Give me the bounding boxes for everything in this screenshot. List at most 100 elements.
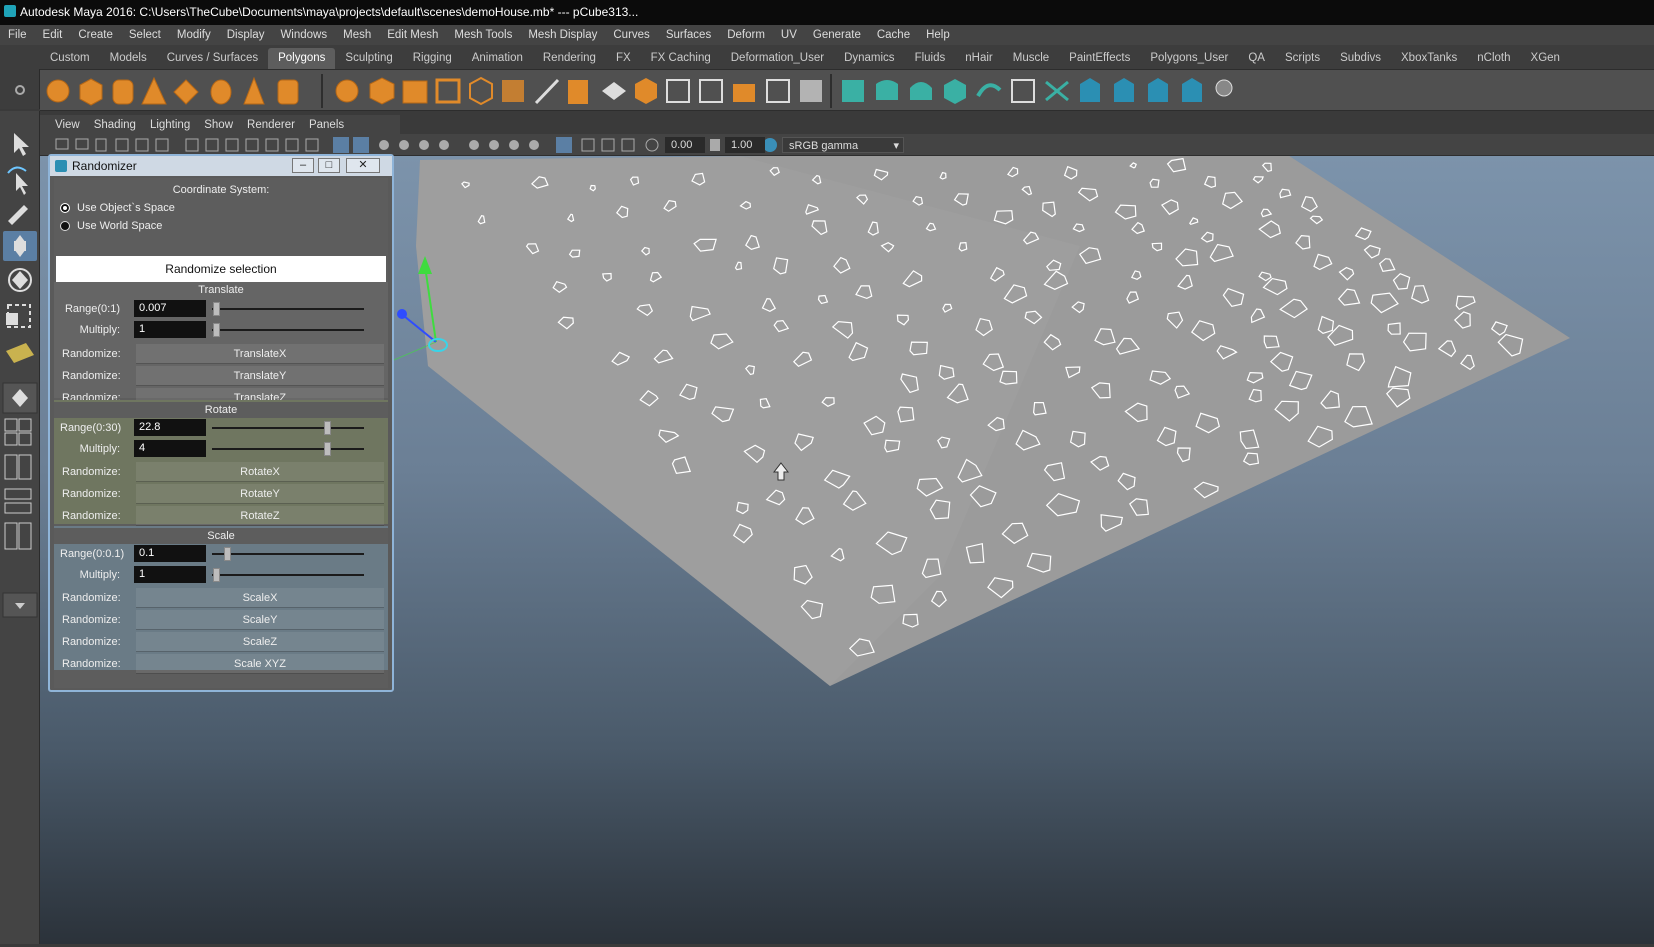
world-space-option[interactable]: Use World Space [60,218,162,234]
poly-pipe-icon[interactable] [277,79,299,105]
xgen-icon-2[interactable] [1114,78,1134,102]
translate-multiply-slider[interactable] [212,329,364,331]
randomize-scale-xyz-button[interactable]: Scale XYZ [136,654,384,674]
rotate-multiply-slider-handle[interactable] [324,442,332,456]
safe-title-icon[interactable] [305,138,319,152]
scale-multiply-field[interactable]: 1 [134,566,206,583]
color-space-dropdown[interactable]: sRGB gamma ▾ [782,137,904,153]
poly-cube-icon[interactable] [79,78,103,106]
menu-generate[interactable]: Generate [805,29,869,41]
shelf-tab-xboxtanks[interactable]: XboxTanks [1391,48,1467,69]
scale-range-slider-handle[interactable] [223,547,231,561]
panel-menu-show[interactable]: Show [197,119,240,131]
xgen-icon-4[interactable] [1182,78,1202,102]
connect-icon[interactable] [602,82,626,100]
layout-four-icon[interactable] [4,418,18,432]
gate-mask-icon[interactable] [245,138,259,152]
menu-select[interactable]: Select [121,29,169,41]
randomize-scalez-button[interactable]: ScaleZ [136,632,384,652]
menu-deform[interactable]: Deform [719,29,773,41]
menu-surfaces[interactable]: Surfaces [658,29,719,41]
color-management-icon[interactable] [763,138,777,152]
menu-cache[interactable]: Cache [869,29,918,41]
reduce-icon[interactable] [800,80,822,102]
dialog-title-bar[interactable]: Randomizer – □ ✕ [50,156,392,176]
separate-icon[interactable] [369,77,395,105]
multi-cut-icon[interactable] [534,78,560,105]
grid-toggle-icon[interactable] [185,138,199,152]
field-chart-icon[interactable] [265,138,279,152]
xgen-icon-1[interactable] [1080,78,1100,102]
shelf-tab-rendering[interactable]: Rendering [533,48,606,69]
exposure-field[interactable]: 0.00 [665,137,705,153]
xray-components-icon[interactable] [621,138,635,152]
menu-modify[interactable]: Modify [169,29,219,41]
maximize-button[interactable]: □ [318,158,340,173]
extrude-icon[interactable] [635,78,657,104]
safe-action-icon[interactable] [285,138,299,152]
gamma-icon[interactable] [710,139,720,151]
shelf-tab-qa[interactable]: QA [1238,48,1275,69]
shelf-tab-rigging[interactable]: Rigging [403,48,462,69]
translate-range-slider[interactable] [212,308,364,310]
randomize-selection-button[interactable]: Randomize selection [56,256,386,282]
2d-pan-icon[interactable] [135,138,149,152]
shelf-settings-gear-icon[interactable] [15,85,25,95]
shelf-tab-polygons-user[interactable]: Polygons_User [1140,48,1238,69]
move-manipulator-z-arrow[interactable] [397,309,407,319]
fill-hole-icon[interactable] [766,79,790,103]
shelf-tab-polygons[interactable]: Polygons [268,48,336,69]
shelf-tab-sculpting[interactable]: Sculpting [335,48,402,69]
ambient-occlusion-icon[interactable] [469,140,479,150]
rotate-range-field[interactable]: 22.8 [134,419,206,436]
shelf-tab-deformation-user[interactable]: Deformation_User [721,48,834,69]
world-space-radio[interactable] [60,221,70,231]
xray-icon[interactable] [581,138,595,152]
bridge-icon[interactable] [502,80,524,102]
camera-select-icon[interactable] [55,138,69,150]
panel-menu-lighting[interactable]: Lighting [143,119,197,131]
shelf-tab-fx-caching[interactable]: FX Caching [641,48,721,69]
python-script-icon[interactable] [1215,79,1233,97]
offset-edge-loop-icon[interactable] [699,79,723,103]
smooth-shade-icon[interactable] [353,137,369,153]
target-weld-icon[interactable] [568,80,588,104]
shelf-tab-fx[interactable]: FX [606,48,641,69]
uv-automatic-icon[interactable] [944,79,966,104]
image-plane-icon[interactable] [115,138,129,152]
uv-spherical-icon[interactable] [910,82,932,100]
scale-multiply-slider-handle[interactable] [213,568,221,582]
uv-planar-icon[interactable] [842,80,864,102]
poly-cone-icon[interactable] [141,76,167,105]
combine-icon[interactable] [335,79,359,103]
shelf-tab-muscle[interactable]: Muscle [1003,48,1059,69]
scale-range-slider[interactable] [212,553,364,555]
menu-mesh-display[interactable]: Mesh Display [520,29,605,41]
shelf-tab-fluids[interactable]: Fluids [905,48,956,69]
shelf-tab-scripts[interactable]: Scripts [1275,48,1330,69]
shadows-icon[interactable] [439,140,449,150]
panel-menu-panels[interactable]: Panels [302,119,351,131]
shelf-tab-subdivs[interactable]: Subdivs [1330,48,1391,69]
poly-torus-icon[interactable] [210,79,232,105]
menu-edit[interactable]: Edit [35,29,71,41]
wireframe-on-shaded-icon[interactable] [379,140,389,150]
shelf-tab-curves-surfaces[interactable]: Curves / Surfaces [157,48,268,69]
menu-mesh-tools[interactable]: Mesh Tools [446,29,520,41]
exposure-icon[interactable] [645,138,659,152]
rotate-multiply-field[interactable]: 4 [134,440,206,457]
bookmark-icon[interactable] [95,138,107,152]
minimize-button[interactable]: – [292,158,314,173]
poly-plane-icon[interactable] [173,79,199,105]
select-tool-icon[interactable] [14,133,29,156]
layout-outliner-icon[interactable] [4,454,18,480]
randomize-rotatez-button[interactable]: RotateZ [136,506,384,526]
rotate-range-slider-handle[interactable] [324,421,332,435]
motion-blur-icon[interactable] [489,140,499,150]
poly-sphere-icon[interactable] [46,79,70,103]
rotate-multiply-slider[interactable] [212,448,364,450]
last-tool-icon[interactable] [6,343,34,363]
smooth-icon[interactable] [435,78,461,104]
paint-select-icon[interactable] [8,205,28,225]
close-icon[interactable]: ✕ [346,158,380,173]
